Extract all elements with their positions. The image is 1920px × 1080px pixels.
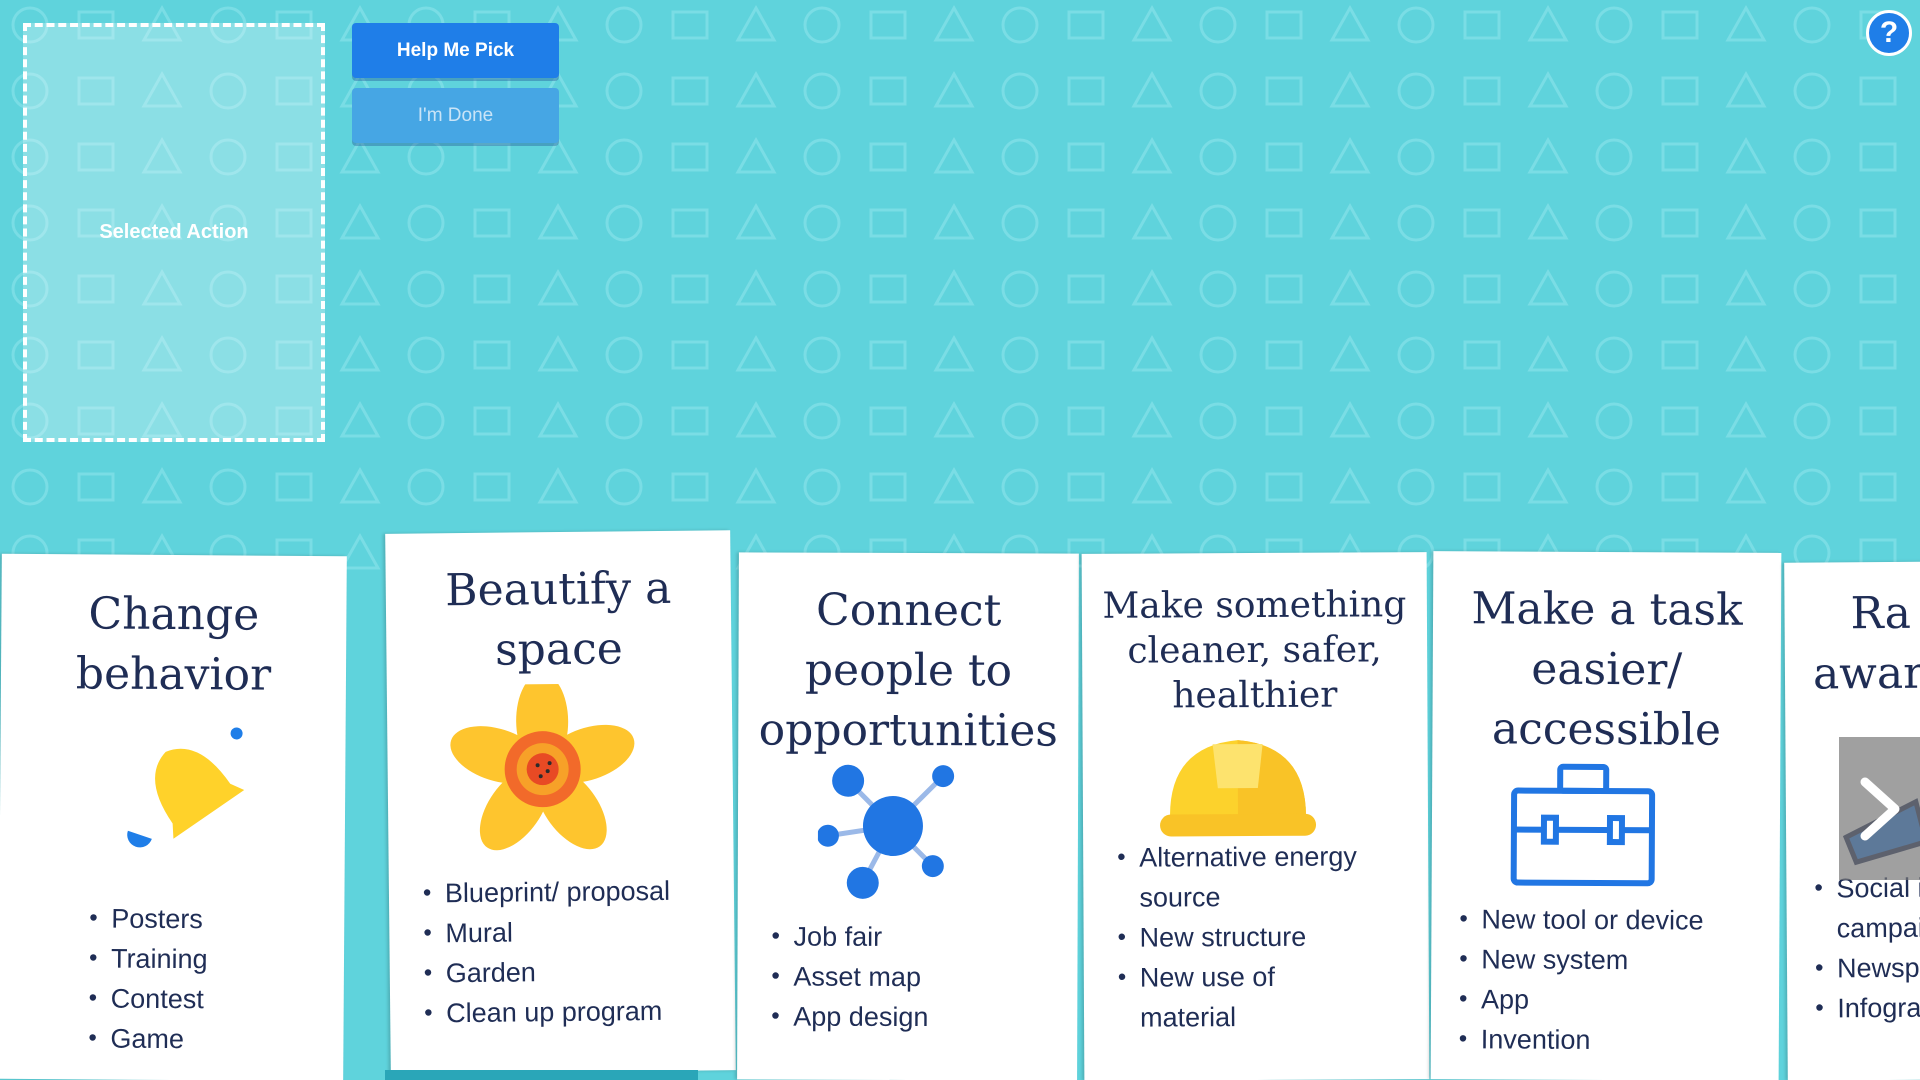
card-examples-list: Alternative energy source New structure … <box>1117 836 1358 1037</box>
list-item: Job fair <box>772 917 929 958</box>
card-title: Make something cleaner, safer, healthier <box>1082 582 1428 719</box>
list-item: App <box>1459 979 1703 1020</box>
card-title: Ra awar <box>1812 583 1920 704</box>
list-item: Training <box>89 938 208 979</box>
list-item-continuation: source <box>1139 882 1221 913</box>
list-item: Infogra <box>1815 988 1920 1029</box>
card-title-line: opportunities <box>758 704 1058 757</box>
list-item-continuation: material <box>1139 1002 1237 1033</box>
list-item: App design <box>771 997 928 1038</box>
card-title-line: space <box>494 623 623 676</box>
card-title-line: awar <box>1812 647 1920 700</box>
list-item: Garden <box>424 951 672 994</box>
card-make-something-cleaner-safer-healthier[interactable]: Make something cleaner, safer, healthier… <box>1081 552 1430 1080</box>
card-title: Make a task easier/ accessible <box>1432 579 1781 761</box>
card-title-line: Ra <box>1850 587 1912 640</box>
card-title-line: Make something <box>1102 584 1407 627</box>
list-item: Invention <box>1459 1019 1703 1060</box>
card-title-line: Change <box>88 588 260 641</box>
card-title-line: accessible <box>1491 703 1722 756</box>
selected-card-indicator <box>385 1070 698 1080</box>
next-cards-button[interactable] <box>1839 737 1920 880</box>
card-title-line: Make a task <box>1471 583 1743 636</box>
card-make-a-task-easier-accessible[interactable]: Make a task easier/ accessible New tool … <box>1430 551 1782 1080</box>
card-title-line: easier/ <box>1531 643 1683 696</box>
list-item: Blueprint/ proposal <box>423 871 671 914</box>
bell-icon <box>127 727 245 848</box>
list-item: New use of <box>1118 956 1358 997</box>
chevron-right-icon <box>1860 777 1899 840</box>
card-beautify-a-space[interactable]: Beautify a space Blueprint/ proposal Mur <box>385 530 736 1074</box>
card-examples-list: Blueprint/ proposal Mural Garden Clean u… <box>423 871 672 1034</box>
list-item: Game <box>88 1018 207 1059</box>
card-title-line: healthier <box>1172 674 1338 717</box>
card-examples-list: Social i campai Newsp Infogra <box>1814 868 1920 1029</box>
network-icon <box>817 764 955 899</box>
toolbox-icon <box>1510 763 1656 887</box>
card-connect-people-to-opportunities[interactable]: Connect people to opportunities Job <box>737 552 1079 1080</box>
list-item: Clean up program <box>424 991 672 1034</box>
card-examples-list: Posters Training Contest Game <box>88 898 208 1059</box>
list-item: Alternative energy <box>1117 836 1357 877</box>
card-title-line: Connect <box>816 584 1002 637</box>
list-item: Asset map <box>771 957 928 998</box>
card-change-behavior[interactable]: Change behavior Posters Training Contest… <box>0 553 347 1080</box>
card-title: Beautify a space <box>385 558 731 682</box>
list-item: Newsp <box>1815 948 1920 989</box>
list-item: Posters <box>89 898 208 939</box>
list-item: New system <box>1459 939 1703 980</box>
list-item: New structure <box>1118 916 1358 957</box>
list-item: Mural <box>423 911 671 954</box>
card-title: Connect people to opportunities <box>738 580 1079 761</box>
card-title-line: behavior <box>75 648 272 701</box>
list-item: Contest <box>89 978 208 1019</box>
card-title-line: Beautify a <box>444 562 672 617</box>
card-examples-list: Job fair Asset map App design <box>771 917 929 1038</box>
flower-icon <box>450 683 635 851</box>
card-title-line: people to <box>804 644 1013 697</box>
hard-hat-icon <box>1160 740 1317 837</box>
card-title-line: cleaner, safer, <box>1127 629 1382 672</box>
list-item: New tool or device <box>1459 899 1703 940</box>
list-item-continuation: campai <box>1836 912 1920 944</box>
card-examples-list: New tool or device New system App Invent… <box>1459 899 1704 1060</box>
card-title: Change behavior <box>1 584 347 706</box>
